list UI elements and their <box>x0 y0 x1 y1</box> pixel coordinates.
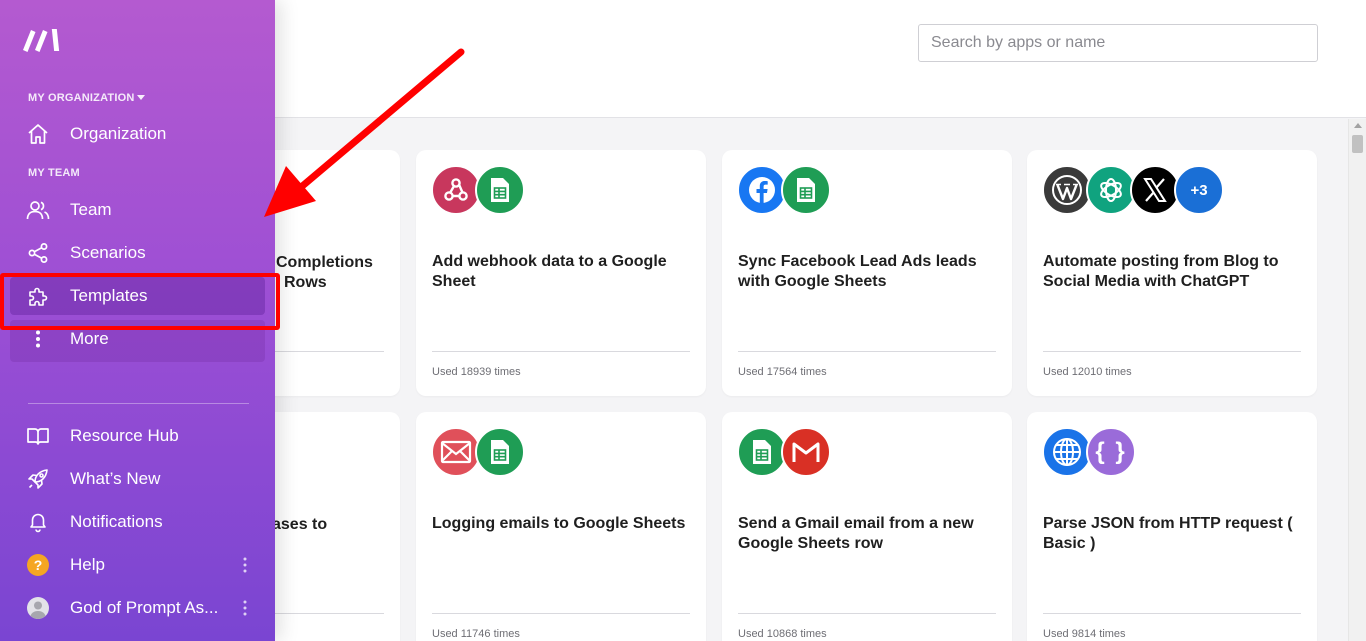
google-sheets-icon <box>737 427 787 477</box>
sidebar-item-whats-new[interactable]: What’s New <box>10 460 265 498</box>
org-section-label[interactable]: MY ORGANIZATION <box>28 92 146 104</box>
sidebar-item-label: More <box>70 329 109 348</box>
more-apps-badge: +3 <box>1174 165 1224 215</box>
card-divider <box>432 613 690 614</box>
sidebar-item-notifications[interactable]: Notifications <box>10 503 265 541</box>
card-divider <box>738 351 996 352</box>
sidebar-item-account[interactable]: God of Prompt As... <box>10 589 265 627</box>
org-section-text: MY ORGANIZATION <box>28 92 135 104</box>
card-divider <box>1043 613 1301 614</box>
card-app-icons <box>431 427 525 477</box>
template-title: Add webhook data to a Google Sheet <box>432 253 667 290</box>
template-usage-count: Used 11746 times <box>432 628 520 640</box>
avatar <box>26 597 50 619</box>
account-options-icon[interactable] <box>243 600 247 616</box>
template-title: Logging emails to Google Sheets <box>432 515 686 532</box>
template-usage-count: Used 12010 times <box>1043 366 1132 378</box>
sidebar-item-organization[interactable]: Organization <box>10 115 265 153</box>
template-card[interactable]: Logging emails to Google Sheets Used 117… <box>416 412 706 641</box>
caret-down-icon <box>137 95 146 100</box>
partial-card-title-line: Completions <box>276 254 373 271</box>
openai-icon <box>1086 165 1136 215</box>
sidebar-item-label: Scenarios <box>70 243 146 262</box>
sidebar-item-label: What’s New <box>70 469 161 488</box>
sidebar-item-label: Notifications <box>70 512 163 531</box>
sidebar-item-help[interactable]: ? Help <box>10 546 265 584</box>
facebook-icon <box>737 165 787 215</box>
vertical-dots-icon <box>26 328 50 350</box>
make-logo-icon[interactable] <box>22 26 62 52</box>
help-glyph: ? <box>27 554 49 576</box>
template-title: Send a Gmail email from a new Google She… <box>738 515 974 552</box>
template-title: Sync Facebook Lead Ads leads with Google… <box>738 253 977 290</box>
bell-icon <box>26 511 50 533</box>
scroll-up-arrow[interactable] <box>1354 123 1362 128</box>
template-title: Parse JSON from HTTP request ( Basic ) <box>1043 515 1293 552</box>
card-app-icons <box>431 165 525 215</box>
template-card[interactable]: Send a Gmail email from a new Google She… <box>722 412 1012 641</box>
x-icon <box>1130 165 1180 215</box>
template-usage-count: Used 9814 times <box>1043 628 1126 640</box>
google-sheets-icon <box>475 165 525 215</box>
template-usage-count: Used 10868 times <box>738 628 827 640</box>
card-app-icons <box>737 165 831 215</box>
template-usage-count: Used 17564 times <box>738 366 827 378</box>
share-nodes-icon <box>26 242 50 264</box>
partial-card-title-line: Rows <box>284 274 327 291</box>
partial-card-title-line: ases to <box>272 516 328 533</box>
card-app-icons <box>737 427 831 477</box>
more-apps-count: +3 <box>1190 181 1208 199</box>
sidebar-item-team[interactable]: Team <box>10 191 265 229</box>
sidebar-item-label: Resource Hub <box>70 426 179 445</box>
google-sheets-icon <box>475 427 525 477</box>
help-icon: ? <box>26 554 50 576</box>
card-divider <box>1043 351 1301 352</box>
sidebar-item-label: Team <box>70 200 112 219</box>
template-card[interactable]: Sync Facebook Lead Ads leads with Google… <box>722 150 1012 396</box>
sidebar-item-scenarios[interactable]: Scenarios <box>10 234 265 272</box>
scrollbar[interactable] <box>1348 119 1366 641</box>
email-icon <box>431 427 481 477</box>
card-app-icons: +3 <box>1042 165 1224 215</box>
wordpress-icon <box>1042 165 1092 215</box>
webhook-icon <box>431 165 481 215</box>
card-app-icons: { } <box>1042 427 1136 477</box>
template-search-input[interactable] <box>918 24 1318 62</box>
sidebar-item-label: God of Prompt As... <box>70 598 219 617</box>
book-open-icon <box>26 425 50 447</box>
sidebar-item-resource-hub[interactable]: Resource Hub <box>10 417 265 455</box>
template-card[interactable]: +3 Automate posting from Blog to Social … <box>1027 150 1317 396</box>
json-icon: { } <box>1086 427 1136 477</box>
annotation-highlight-box <box>0 273 280 330</box>
template-title: Automate posting from Blog to Social Med… <box>1043 253 1279 290</box>
google-sheets-icon <box>781 165 831 215</box>
card-divider <box>432 351 690 352</box>
gmail-icon <box>781 427 831 477</box>
sidebar-item-label: Organization <box>70 124 167 143</box>
help-options-icon[interactable] <box>243 557 247 573</box>
users-icon <box>26 199 50 221</box>
template-card[interactable]: { } Parse JSON from HTTP request ( Basic… <box>1027 412 1317 641</box>
card-divider <box>738 613 996 614</box>
rocket-icon <box>26 468 50 490</box>
template-card[interactable]: Add webhook data to a Google Sheet Used … <box>416 150 706 396</box>
template-usage-count: Used 18939 times <box>432 366 521 378</box>
http-globe-icon <box>1042 427 1092 477</box>
sidebar-divider <box>28 403 249 404</box>
scrollbar-thumb[interactable] <box>1352 135 1363 153</box>
sidebar-item-label: Help <box>70 555 105 574</box>
team-section-label: MY TEAM <box>28 167 80 179</box>
home-icon <box>26 123 50 145</box>
